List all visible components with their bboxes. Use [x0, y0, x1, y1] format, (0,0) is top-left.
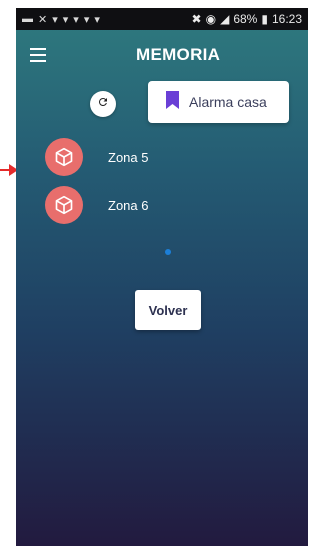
- system-status: ✖ ◉ ◢ 68% ▮ 16:23: [192, 12, 302, 26]
- wifi-icon: ◉: [205, 12, 217, 26]
- battery-percent: 68%: [233, 12, 258, 26]
- alarm-label: Alarma casa: [189, 94, 267, 110]
- clock: 16:23: [271, 12, 302, 26]
- message-icon: ▬: [22, 13, 33, 25]
- status-bar: ▬ ✕ ▾ ▾ ▾ ▾ ▾ ✖ ◉ ◢ 68% ▮ 16:23: [16, 8, 308, 30]
- zone-item[interactable]: Zona 6: [45, 186, 148, 224]
- app-bar: MEMORIA: [16, 30, 308, 80]
- bookmark-icon: [166, 90, 179, 114]
- page-title: MEMORIA: [136, 45, 221, 64]
- cube-icon: [45, 186, 83, 224]
- zone-label: Zona 6: [108, 197, 149, 213]
- hamburger-menu-icon[interactable]: [30, 48, 46, 62]
- refresh-icon: [97, 95, 109, 113]
- notification-icon: ▾: [62, 13, 69, 26]
- alarm-button[interactable]: Alarma casa: [148, 81, 289, 123]
- back-button[interactable]: Volver: [135, 290, 201, 330]
- zone-label: Zona 5: [108, 149, 149, 165]
- loading-indicator: [165, 249, 171, 255]
- signal-icon: ◢: [220, 12, 230, 26]
- notification-icon: ▾: [83, 13, 90, 26]
- zone-item[interactable]: Zona 5: [45, 138, 148, 176]
- app-screen: ▬ ✕ ▾ ▾ ▾ ▾ ▾ ✖ ◉ ◢ 68% ▮ 16:23 MEMORIA: [16, 8, 308, 546]
- notification-icons: ▬ ✕ ▾ ▾ ▾ ▾ ▾: [22, 13, 100, 26]
- notification-icon: ▾: [52, 13, 58, 26]
- usb-icon: ✕: [38, 13, 48, 26]
- mute-icon: ✖: [191, 12, 202, 26]
- battery-icon: ▮: [261, 12, 268, 26]
- notification-icon: ▾: [94, 13, 100, 26]
- notification-icon: ▾: [73, 13, 79, 26]
- refresh-button[interactable]: [90, 91, 116, 117]
- cube-icon: [45, 138, 83, 176]
